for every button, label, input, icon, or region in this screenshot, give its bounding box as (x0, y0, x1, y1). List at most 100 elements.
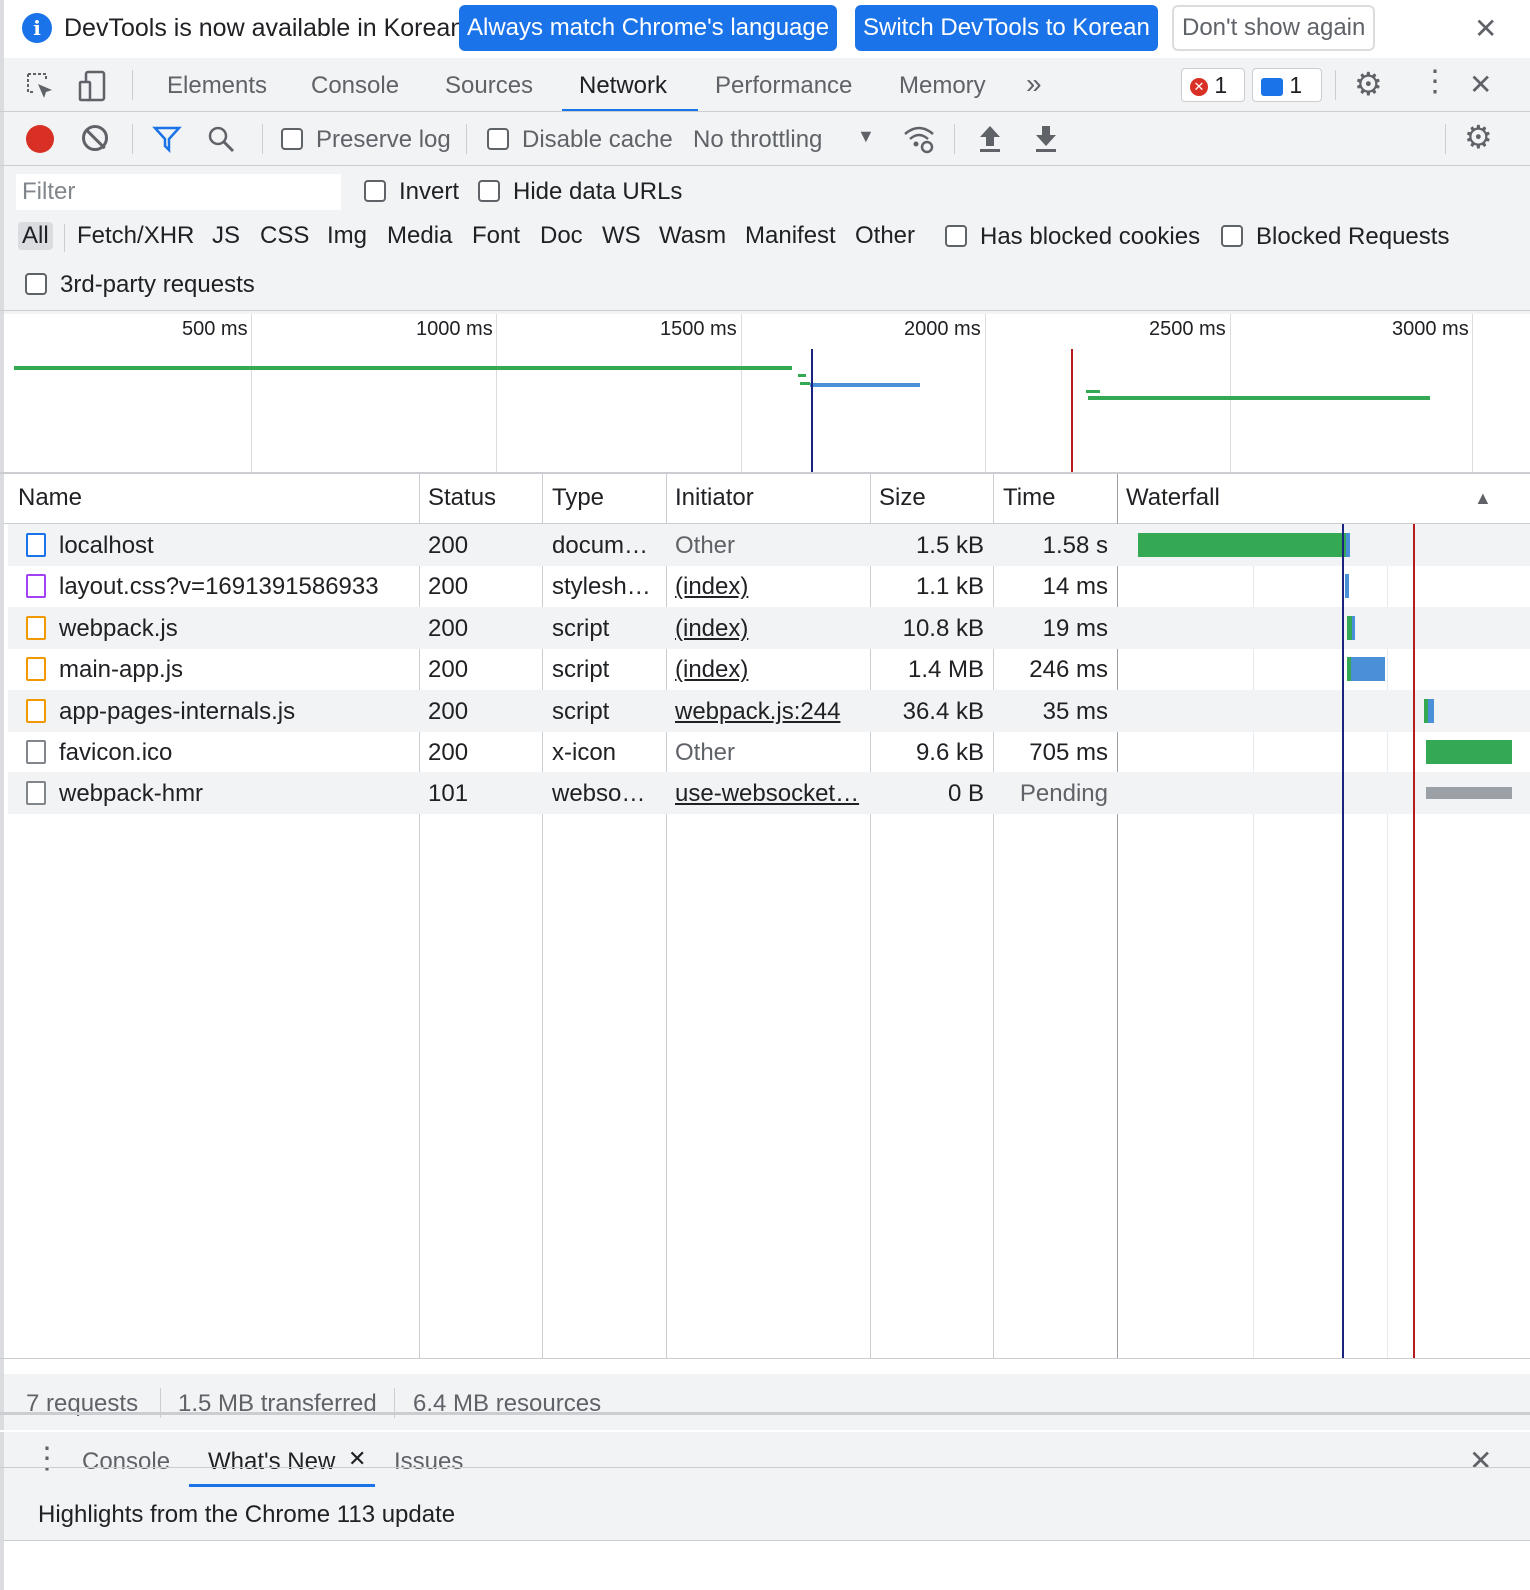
request-initiator[interactable]: (index) (675, 615, 867, 643)
table-row[interactable]: localhost 200 docum… Other 1.5 kB 1.58 s (8, 524, 1530, 566)
table-row[interactable]: main-app.js 200 script (index) 1.4 MB 246 ms (8, 648, 1530, 690)
export-har-icon[interactable] (1032, 124, 1060, 161)
dom-content-loaded-marker (811, 349, 813, 472)
tab-sources[interactable]: Sources (445, 72, 533, 100)
clear-icon[interactable] (82, 125, 108, 151)
error-count-badge[interactable]: ✕ 1 (1181, 68, 1245, 102)
column-header-waterfall[interactable]: Waterfall (1126, 484, 1220, 512)
third-party-checkbox[interactable] (25, 273, 47, 295)
tab-console[interactable]: Console (311, 72, 399, 100)
column-header-type[interactable]: Type (552, 484, 604, 512)
request-size: 1.4 MB (907, 656, 984, 684)
table-row[interactable]: webpack.js 200 script (index) 10.8 kB 19 ms (8, 606, 1530, 649)
request-status: 200 (428, 656, 469, 684)
document-icon (26, 533, 46, 557)
disable-cache-checkbox[interactable] (487, 128, 509, 150)
request-initiator[interactable]: use-websocket… (675, 780, 867, 808)
close-drawer-icon[interactable]: ✕ (1469, 1447, 1492, 1475)
tab-performance[interactable]: Performance (715, 72, 852, 100)
table-row[interactable]: favicon.ico 200 x-icon Other 9.6 kB 705 ms (8, 731, 1530, 773)
type-filter-js[interactable]: JS (212, 222, 240, 250)
drawer-tab-console[interactable]: Console (82, 1448, 170, 1476)
overview-bar-localhost (14, 366, 792, 370)
search-icon[interactable] (206, 124, 236, 161)
filter-bar: Invert Hide data URLs All Fetch/XHR JS C… (0, 166, 1530, 314)
type-filter-media[interactable]: Media (387, 222, 452, 250)
switch-to-korean-button[interactable]: Switch DevTools to Korean (855, 5, 1158, 51)
request-status: 200 (428, 697, 469, 725)
tab-network[interactable]: Network (579, 72, 667, 100)
drawer-tab-issues[interactable]: Issues (394, 1448, 463, 1476)
column-header-time[interactable]: Time (1003, 484, 1055, 512)
blocked-requests-label: Blocked Requests (1256, 223, 1450, 250)
waterfall-bar (1138, 533, 1346, 557)
request-name[interactable]: main-app.js (59, 656, 414, 684)
type-filter-doc[interactable]: Doc (540, 222, 583, 250)
request-name[interactable]: app-pages-internals.js (59, 698, 414, 726)
type-filter-wasm[interactable]: Wasm (659, 222, 726, 250)
always-match-language-button[interactable]: Always match Chrome's language (459, 5, 838, 51)
message-count-badge[interactable]: 1 (1252, 68, 1322, 102)
table-row[interactable]: app-pages-internals.js 200 script webpack.j… (8, 689, 1530, 732)
column-header-initiator[interactable]: Initiator (675, 484, 754, 512)
table-row[interactable]: webpack-hmr 101 webso… use-websocket… 0 B Pen… (8, 772, 1530, 815)
infobar-close-icon[interactable]: ✕ (1474, 15, 1497, 43)
preserve-log-checkbox[interactable] (281, 128, 303, 150)
request-status: 200 (428, 614, 469, 642)
type-filter-img[interactable]: Img (327, 222, 367, 250)
network-overview-timeline[interactable]: 500 ms 1000 ms 1500 ms 2000 ms 2500 ms 3… (0, 314, 1530, 472)
column-header-name[interactable]: Name (18, 484, 82, 512)
type-filter-css[interactable]: CSS (260, 222, 309, 250)
script-icon (26, 698, 46, 723)
hide-data-urls-checkbox[interactable] (478, 180, 500, 202)
type-filter-font[interactable]: Font (472, 222, 520, 250)
import-har-icon[interactable] (976, 124, 1004, 161)
request-time: 14 ms (1042, 573, 1108, 601)
has-blocked-cookies-checkbox[interactable] (945, 225, 967, 247)
load-event-marker (1071, 349, 1073, 472)
table-row[interactable]: layout.css?v=1691391586933 200 stylesh… (in… (8, 565, 1530, 607)
device-toolbar-icon[interactable] (78, 70, 110, 109)
type-filter-other[interactable]: Other (855, 222, 915, 250)
tab-memory[interactable]: Memory (899, 72, 986, 100)
more-options-icon[interactable]: ⋮ (1420, 66, 1450, 98)
request-name[interactable]: localhost (59, 532, 414, 560)
dont-show-again-button[interactable]: Don't show again (1172, 5, 1376, 51)
filter-input[interactable] (16, 174, 341, 210)
request-name[interactable]: layout.css?v=1691391586933 (59, 573, 414, 601)
more-tabs-chevron-icon[interactable]: » (1026, 68, 1042, 100)
tab-elements[interactable]: Elements (167, 72, 267, 100)
close-devtools-icon[interactable]: ✕ (1469, 71, 1492, 99)
settings-gear-icon[interactable]: ⚙ (1354, 68, 1383, 100)
drawer-menu-icon[interactable]: ⋮ (32, 1442, 62, 1476)
request-type: stylesh… (552, 573, 651, 601)
type-filter-fetch-xhr[interactable]: Fetch/XHR (77, 222, 194, 250)
close-whats-new-icon[interactable]: ✕ (348, 1446, 366, 1472)
invert-checkbox[interactable] (364, 180, 386, 202)
type-filter-manifest[interactable]: Manifest (745, 222, 836, 250)
column-header-status[interactable]: Status (428, 484, 496, 512)
filter-icon[interactable] (152, 124, 182, 161)
throttling-select[interactable]: No throttling (693, 126, 822, 154)
disable-cache-label: Disable cache (522, 126, 673, 153)
type-filter-all[interactable]: All (18, 222, 53, 250)
network-conditions-icon[interactable] (902, 122, 936, 163)
request-name[interactable]: favicon.ico (59, 739, 414, 767)
inspect-element-icon[interactable] (24, 70, 56, 109)
network-settings-gear-icon[interactable]: ⚙ (1464, 120, 1493, 154)
request-initiator[interactable]: webpack.js:244 (675, 698, 867, 726)
throttling-dropdown-icon[interactable]: ▼ (857, 126, 875, 147)
request-name[interactable]: webpack-hmr (59, 780, 414, 808)
blocked-requests-checkbox[interactable] (1221, 225, 1243, 247)
type-filter-ws[interactable]: WS (602, 222, 641, 250)
info-icon: i (22, 13, 52, 43)
request-initiator[interactable]: (index) (675, 656, 867, 684)
column-header-size[interactable]: Size (879, 484, 926, 512)
request-name[interactable]: webpack.js (59, 615, 414, 643)
record-icon[interactable] (26, 125, 54, 153)
sort-ascending-icon[interactable]: ▲ (1474, 488, 1492, 509)
drawer-tab-whats-new[interactable]: What's New (208, 1448, 335, 1476)
waterfall-bar (1428, 698, 1434, 723)
request-initiator[interactable]: (index) (675, 573, 867, 601)
overview-tick-label: 2500 ms (1149, 318, 1226, 340)
